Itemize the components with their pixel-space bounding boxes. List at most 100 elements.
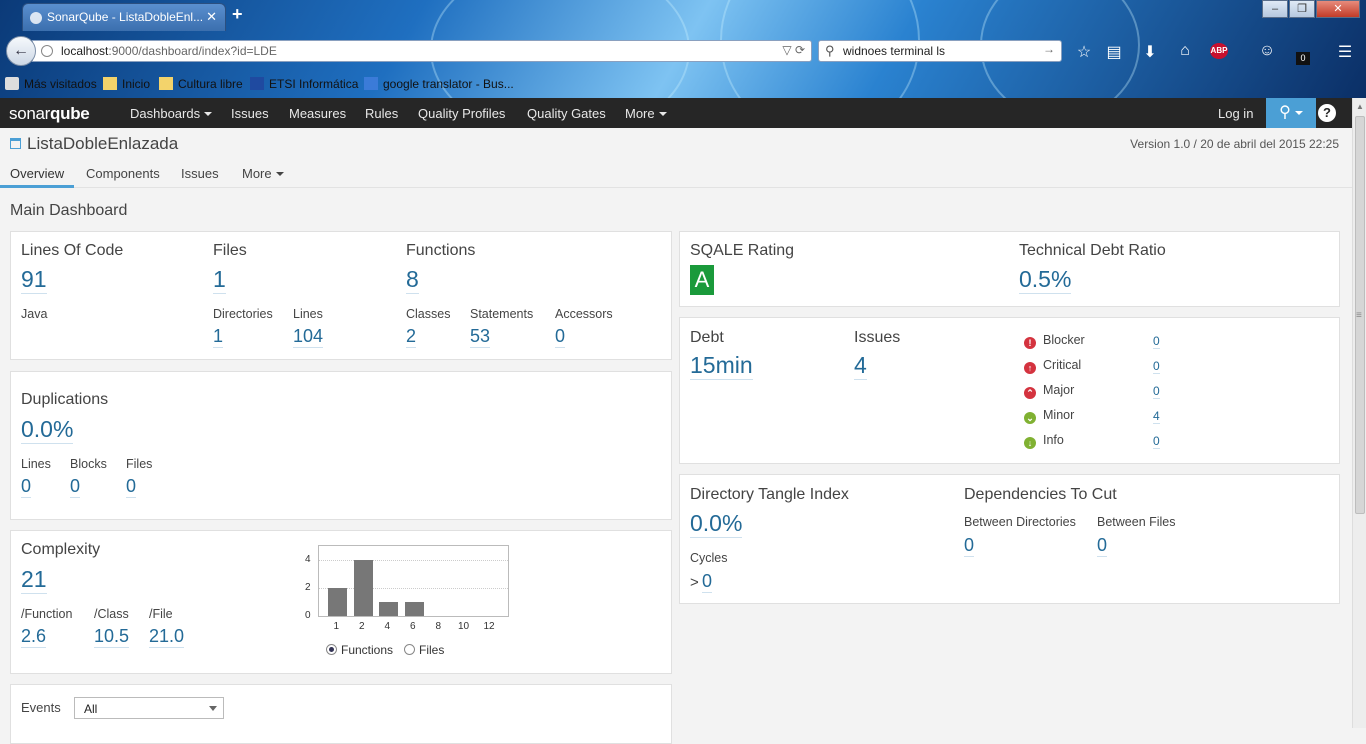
severity-count[interactable]: 4	[1153, 409, 1160, 424]
reload-icon[interactable]: ▽ ⟳	[782, 43, 805, 57]
files-label: Files	[213, 242, 247, 259]
nav-rules[interactable]: Rules	[365, 106, 398, 121]
global-search-button[interactable]: ⚲	[1266, 98, 1316, 128]
debt-value[interactable]: 15min	[690, 352, 753, 380]
new-tab-button[interactable]: +	[232, 4, 243, 25]
directories-label: Directories	[213, 307, 273, 321]
severity-label: Major	[1043, 383, 1075, 397]
smiley-icon[interactable]: ☺	[1256, 42, 1278, 62]
sonarqube-logo[interactable]: sonarqube	[9, 104, 90, 124]
cycles-label: Cycles	[690, 551, 728, 565]
login-link[interactable]: Log in	[1218, 106, 1253, 121]
severity-label: Critical	[1043, 358, 1082, 372]
nav-issues[interactable]: Issues	[231, 106, 269, 121]
nav-quality-gates[interactable]: Quality Gates	[527, 106, 606, 121]
tab-overview[interactable]: Overview	[10, 166, 64, 181]
chart-x-tick-label: 12	[483, 621, 495, 632]
bookmark-star-icon[interactable]: ☆	[1073, 42, 1095, 62]
menu-icon[interactable]: ☰	[1334, 42, 1356, 62]
duplications-value[interactable]: 0.0%	[21, 416, 74, 444]
bookmark-item[interactable]: Inicio	[103, 77, 150, 91]
tab-more[interactable]: More	[242, 166, 284, 181]
nav-more[interactable]: More	[625, 106, 667, 121]
severity-critical: ↑ Critical	[1024, 358, 1081, 374]
files-value[interactable]: 1	[213, 266, 226, 294]
minimize-button[interactable]: –	[1262, 0, 1288, 18]
nav-quality-profiles[interactable]: Quality Profiles	[418, 106, 505, 121]
bookmarks-bar: Más visitados Inicio Cultura libre ETSI …	[0, 74, 1366, 96]
severity-count[interactable]: 0	[1153, 384, 1160, 399]
bookmarks-list-icon[interactable]: ▤	[1103, 42, 1125, 62]
events-filter-select[interactable]: All	[74, 697, 224, 719]
radio-files[interactable]: Files	[404, 643, 444, 657]
sqale-rating-badge[interactable]: A	[690, 265, 714, 295]
bookmark-item[interactable]: Más visitados	[5, 77, 97, 91]
url-bar[interactable]: localhost:9000/dashboard/index?id=LDE ▽ …	[32, 40, 812, 62]
accessors-value[interactable]: 0	[555, 325, 566, 348]
caret-down-icon	[204, 112, 213, 116]
adblock-icon[interactable]: ABP	[1210, 43, 1228, 59]
lines-label: Lines	[293, 307, 323, 321]
bookmark-item[interactable]: Cultura libre	[159, 77, 243, 91]
window-close-button[interactable]: ✕	[1316, 0, 1360, 18]
tab-components[interactable]: Components	[86, 166, 160, 181]
page-scrollbar[interactable]: ▲ ≡	[1352, 98, 1366, 728]
severity-info-icon: ↓	[1024, 437, 1036, 449]
bookmark-item[interactable]: google translator - Bus...	[364, 77, 514, 91]
chart-x-tick-label: 2	[359, 621, 365, 632]
severity-count[interactable]: 0	[1153, 434, 1160, 449]
help-button[interactable]: ?	[1318, 104, 1336, 122]
bookmark-item[interactable]: ETSI Informática	[250, 77, 358, 91]
scroll-up-icon[interactable]: ▲	[1356, 102, 1364, 111]
severity-count[interactable]: 0	[1153, 334, 1160, 349]
dup-blocks-value[interactable]: 0	[70, 475, 81, 498]
search-go-icon[interactable]: →	[1043, 42, 1055, 56]
dup-lines-value[interactable]: 0	[21, 475, 32, 498]
between-dirs-label: Between Directories	[964, 515, 1076, 529]
back-button[interactable]: ←	[6, 36, 36, 66]
chart-bar	[353, 560, 373, 616]
per-file-value[interactable]: 21.0	[149, 625, 185, 648]
tab-close-icon[interactable]: ✕	[206, 9, 217, 25]
radio-selected-icon	[326, 644, 337, 655]
dup-files-value[interactable]: 0	[126, 475, 137, 498]
functions-value[interactable]: 8	[406, 266, 419, 294]
caret-down-icon	[1294, 111, 1303, 115]
home-icon[interactable]: ⌂	[1174, 42, 1196, 62]
cycles-value[interactable]: 0	[702, 570, 713, 593]
badge-counter: 0	[1296, 52, 1310, 65]
per-function-value[interactable]: 2.6	[21, 625, 47, 648]
statements-value[interactable]: 53	[470, 325, 491, 348]
chart-y-tick-label: 0	[305, 610, 311, 621]
classes-value[interactable]: 2	[406, 325, 417, 348]
tab-issues[interactable]: Issues	[181, 166, 219, 181]
radio-functions[interactable]: Functions	[326, 643, 393, 657]
lines-value[interactable]: 104	[293, 325, 324, 348]
severity-label: Blocker	[1043, 333, 1085, 347]
project-header: ListaDobleEnlazada Version 1.0 / 20 de a…	[0, 128, 1352, 188]
loc-value[interactable]: 91	[21, 266, 47, 294]
nav-dashboards[interactable]: Dashboards	[130, 106, 213, 121]
tangle-value[interactable]: 0.0%	[690, 510, 743, 538]
severity-label: Info	[1043, 433, 1064, 447]
issues-widget	[679, 317, 1340, 464]
between-files-value[interactable]: 0	[1097, 534, 1108, 557]
severity-critical-icon: ↑	[1024, 362, 1036, 374]
maximize-button[interactable]: ❐	[1289, 0, 1315, 18]
debt-ratio-value[interactable]: 0.5%	[1019, 266, 1072, 294]
project-version: Version 1.0 / 20 de abril del 2015 22:25	[1130, 137, 1339, 151]
issues-value[interactable]: 4	[854, 352, 867, 380]
directories-value[interactable]: 1	[213, 325, 224, 348]
complexity-value[interactable]: 21	[21, 566, 47, 594]
severity-count[interactable]: 0	[1153, 359, 1160, 374]
statements-label: Statements	[470, 307, 534, 321]
between-dirs-value[interactable]: 0	[964, 534, 975, 557]
browser-tab[interactable]: SonarQube - ListaDobleEnl... ✕	[22, 3, 226, 31]
chart-x-tick-label: 4	[384, 621, 391, 632]
per-class-value[interactable]: 10.5	[94, 625, 130, 648]
nav-measures[interactable]: Measures	[289, 106, 346, 121]
search-bar[interactable]: ⚲ widnoes terminal ls →	[818, 40, 1062, 62]
downloads-icon[interactable]: ⬇	[1139, 42, 1161, 62]
severity-minor-icon: ⌄	[1024, 412, 1036, 424]
caret-down-icon	[658, 112, 667, 116]
